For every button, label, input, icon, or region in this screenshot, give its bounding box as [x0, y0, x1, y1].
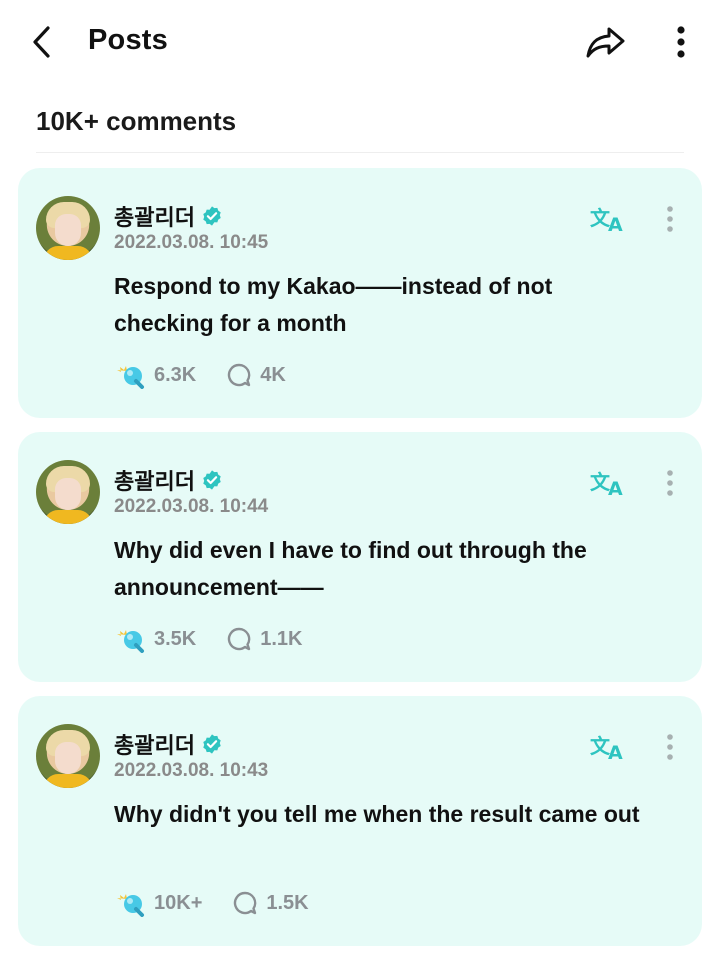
- reply-button[interactable]: 1.5K: [232, 890, 309, 916]
- share-icon: [586, 27, 625, 58]
- comment-date: 2022.03.08. 10:44: [114, 496, 269, 517]
- like-button[interactable]: 6.3K: [114, 361, 196, 389]
- like-button[interactable]: 3.5K: [114, 625, 196, 653]
- reply-count: 1.1K: [260, 627, 303, 650]
- avatar[interactable]: [36, 196, 100, 260]
- reply-count: 4K: [260, 363, 286, 386]
- like-count: 3.5K: [154, 627, 197, 650]
- comment-more-button[interactable]: [658, 730, 682, 764]
- comment-bubble-icon: [228, 627, 251, 651]
- comment-text: Why didn't you tell me when the result c…: [114, 801, 640, 827]
- more-vertical-icon: [667, 470, 673, 496]
- comment-text: Respond to my Kakao——instead of not chec…: [114, 273, 553, 336]
- verified-badge-icon: [203, 734, 221, 754]
- comment-card: 총괄리더 2022.03.08. 10:44 文 A Why did even …: [18, 432, 702, 682]
- comment-card: 총괄리더 2022.03.08. 10:45 文 A Respond to my…: [18, 168, 702, 418]
- comment-author: 총괄리더: [114, 464, 223, 496]
- top-bar: Posts: [0, 0, 720, 84]
- translate-button[interactable]: 文 A: [588, 202, 628, 234]
- svg-text:A: A: [608, 214, 623, 233]
- translate-icon: 文 A: [590, 734, 623, 761]
- author-name: 총괄리더: [114, 469, 195, 494]
- reply-button[interactable]: 4K: [226, 362, 286, 388]
- reply-count: 1.5K: [266, 891, 309, 914]
- chevron-left-icon: [33, 26, 50, 58]
- comment-bubble-icon: [228, 363, 251, 387]
- comment-stats: 10K+ 1.5K: [114, 888, 339, 918]
- author-name: 총괄리더: [114, 205, 195, 230]
- more-vertical-icon: [677, 26, 685, 58]
- more-vertical-icon: [667, 206, 673, 232]
- comment-author: 총괄리더: [114, 728, 223, 760]
- like-count: 10K+: [154, 891, 203, 914]
- cheer-icon: [117, 366, 144, 389]
- cheer-icon: [117, 630, 144, 653]
- comment-more-button[interactable]: [658, 202, 682, 236]
- like-count: 6.3K: [154, 363, 197, 386]
- comment-more-button[interactable]: [658, 466, 682, 500]
- comment-stats: 6.3K 4K: [114, 360, 316, 390]
- author-name: 총괄리더: [114, 733, 195, 758]
- avatar[interactable]: [36, 460, 100, 524]
- svg-text:A: A: [608, 742, 623, 761]
- comment-stats: 3.5K 1.1K: [114, 624, 333, 654]
- comment-card: 총괄리더 2022.03.08. 10:43 文 A Why didn't yo…: [18, 696, 702, 946]
- comment-date: 2022.03.08. 10:45: [114, 232, 269, 253]
- page-title: Posts: [88, 24, 168, 56]
- verified-badge-icon: [203, 206, 221, 226]
- divider: [36, 152, 684, 153]
- avatar[interactable]: [36, 724, 100, 788]
- translate-icon: 文 A: [590, 206, 623, 233]
- comment-date: 2022.03.08. 10:43: [114, 760, 269, 781]
- translate-button[interactable]: 文 A: [588, 466, 628, 498]
- comments-count: 10K+ comments: [36, 106, 237, 136]
- like-button[interactable]: 10K+: [114, 889, 202, 917]
- more-vertical-icon: [667, 734, 673, 760]
- more-options-button[interactable]: [664, 20, 698, 64]
- comment-author: 총괄리더: [114, 200, 223, 232]
- translate-icon: 文 A: [590, 470, 623, 497]
- share-button[interactable]: [584, 22, 628, 62]
- svg-text:A: A: [608, 478, 623, 497]
- comment-bubble-icon: [234, 891, 257, 915]
- reply-button[interactable]: 1.1K: [226, 626, 303, 652]
- back-button[interactable]: [26, 22, 56, 62]
- comment-text: Why did even I have to find out through …: [114, 537, 587, 600]
- translate-button[interactable]: 文 A: [588, 730, 628, 762]
- cheer-icon: [117, 894, 144, 917]
- verified-badge-icon: [203, 470, 221, 490]
